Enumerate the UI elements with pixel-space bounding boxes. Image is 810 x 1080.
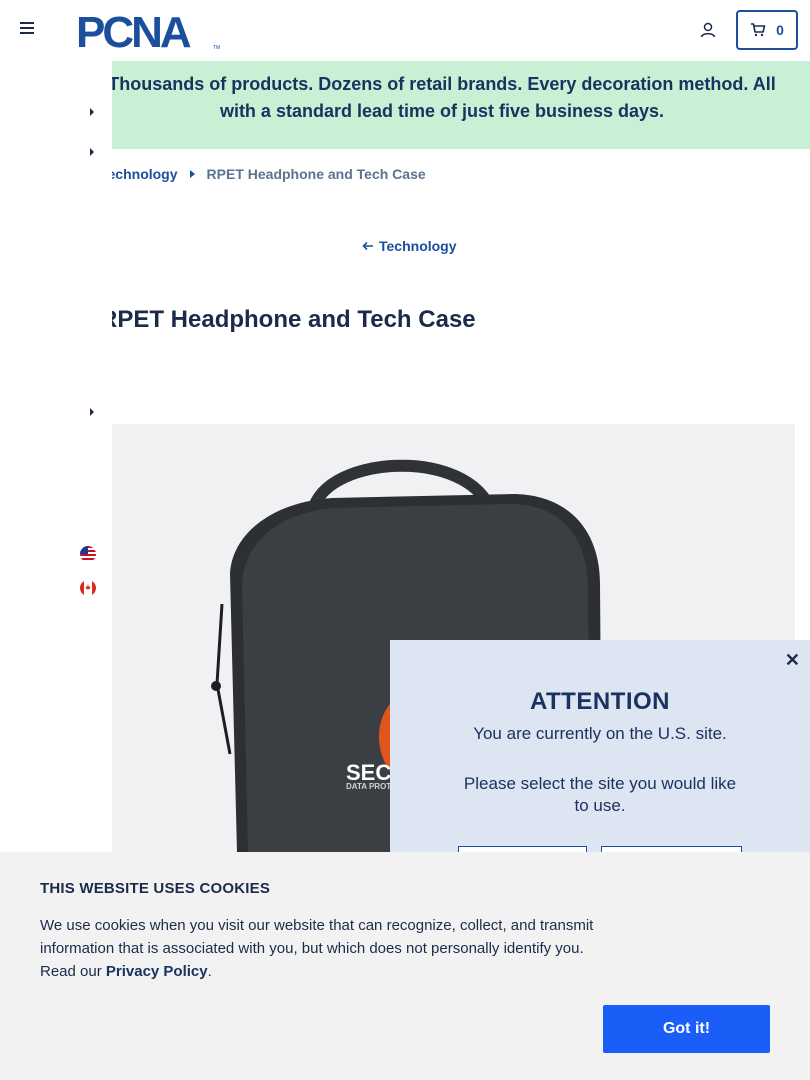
privacy-policy-link[interactable]: Privacy Policy	[106, 963, 208, 980]
side-menu-mask	[0, 300, 112, 350]
side-menu-mask	[0, 160, 112, 190]
site-selector-popup: ✕ ATTENTION You are currently on the U.S…	[390, 640, 810, 886]
cart-count: 0	[776, 22, 784, 38]
got-it-button[interactable]: Got it!	[603, 1005, 770, 1053]
caret-right-icon[interactable]	[88, 407, 96, 417]
pcna-logo[interactable]: PCNA TM	[76, 10, 226, 52]
attention-title: ATTENTION	[529, 688, 671, 715]
arrow-left-icon	[362, 241, 373, 251]
us-flag-icon[interactable]	[80, 546, 96, 562]
close-icon[interactable]: ✕	[785, 650, 800, 671]
back-to-category-link[interactable]: Technology	[362, 238, 457, 254]
attention-prompt: Please select the site you would like to…	[463, 774, 737, 815]
caret-right-icon[interactable]	[88, 107, 96, 117]
cookie-banner: THIS WEBSITE USES COOKIES We use cookies…	[0, 852, 810, 1080]
site-header: PCNA TM 0	[0, 0, 810, 60]
cookie-title: THIS WEBSITE USES COOKIES	[40, 880, 271, 897]
cookie-period: .	[207, 963, 212, 980]
breadcrumb-arrow-icon	[189, 170, 195, 178]
cookie-text: We use cookies when you visit our websit…	[40, 914, 610, 983]
breadcrumb: Technology RPET Headphone and Tech Case	[100, 166, 426, 182]
back-link-label: Technology	[379, 238, 457, 254]
caret-right-icon[interactable]	[88, 147, 96, 157]
cart-icon	[751, 23, 766, 37]
page-title: RPET Headphone and Tech Case	[100, 306, 476, 333]
canada-flag-icon[interactable]	[80, 580, 96, 596]
breadcrumb-current: RPET Headphone and Tech Case	[206, 166, 426, 182]
menu-icon[interactable]	[20, 22, 36, 38]
promo-banner: Thousands of products. Dozens of retail …	[108, 61, 810, 149]
svg-text:TM: TM	[213, 45, 220, 51]
attention-message: You are currently on the U.S. site.	[473, 724, 727, 743]
cart-button[interactable]: 0	[736, 10, 798, 50]
account-icon[interactable]	[698, 20, 718, 40]
case-logo-subtext: DATA PROT	[346, 782, 391, 791]
svg-text:PCNA: PCNA	[76, 10, 191, 52]
promo-text: Thousands of products. Dozens of retail …	[108, 74, 776, 121]
